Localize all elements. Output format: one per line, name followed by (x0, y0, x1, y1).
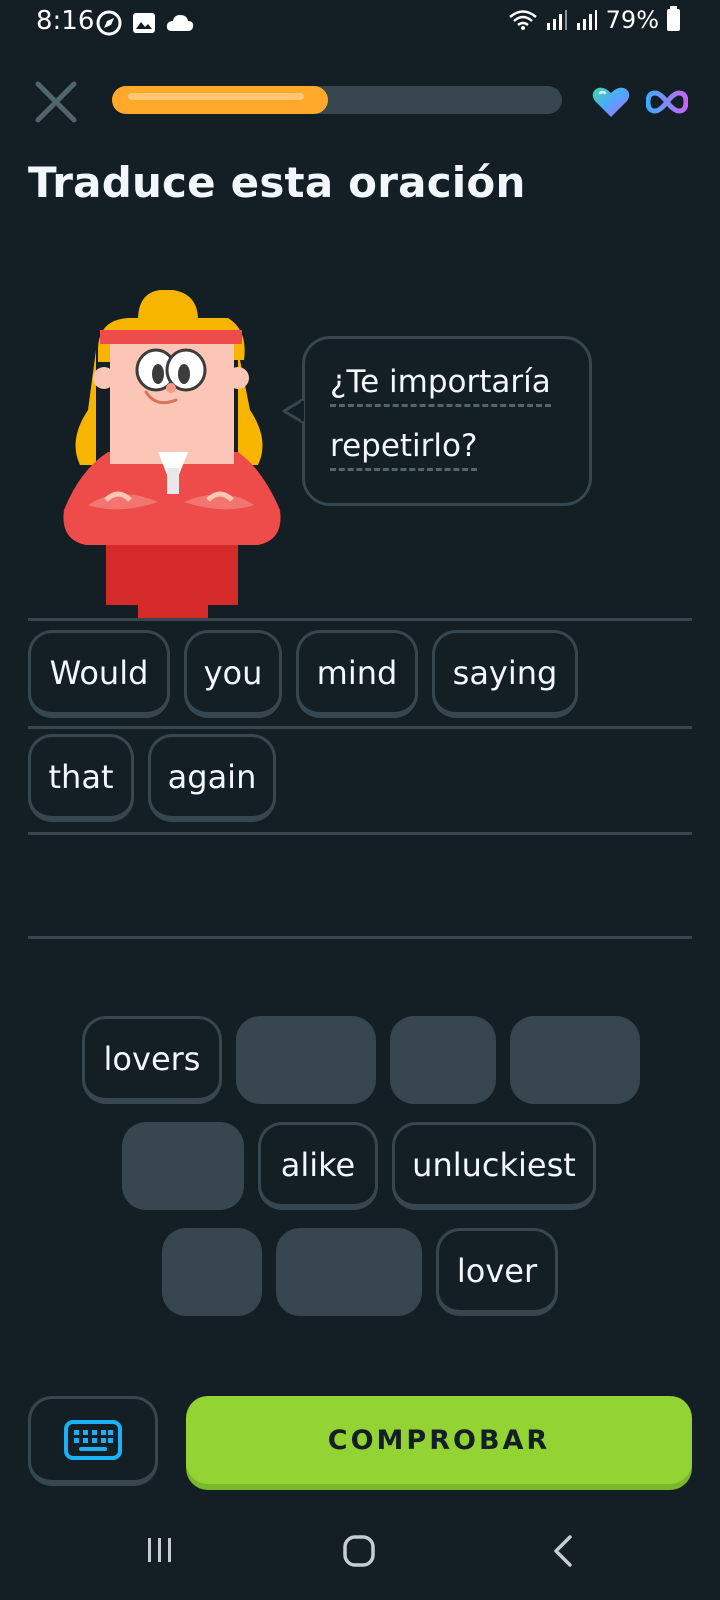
word-bank-tile[interactable]: lovers (82, 1016, 222, 1104)
close-icon[interactable] (32, 78, 80, 126)
recent-apps-icon[interactable] (146, 1536, 174, 1564)
compass-icon (96, 10, 122, 36)
speech-bubble-tail (282, 398, 304, 424)
speech-bubble (302, 336, 592, 506)
word-bank-empty-slot (122, 1122, 244, 1210)
word-bank-empty-slot (236, 1016, 376, 1104)
character-illustration (63, 290, 281, 620)
prompt-line-2[interactable]: repetirlo? (330, 428, 478, 471)
progress-highlight (128, 93, 304, 100)
keyboard-button[interactable] (28, 1396, 158, 1486)
word-bank-empty-slot (276, 1228, 422, 1316)
answer-tile[interactable]: that (28, 734, 134, 822)
prompt-line-1[interactable]: ¿Te importaría (330, 364, 551, 407)
heart-icon[interactable] (592, 86, 630, 118)
word-bank-tile[interactable]: lover (436, 1228, 558, 1316)
image-icon (133, 13, 155, 33)
home-icon[interactable] (342, 1534, 376, 1568)
answer-tile[interactable]: again (148, 734, 276, 822)
word-bank-tile[interactable]: unluckiest (392, 1122, 596, 1210)
status-time: 8:16 (36, 6, 95, 36)
answer-tile[interactable]: saying (432, 630, 578, 718)
back-icon[interactable] (552, 1534, 574, 1568)
wifi-icon (508, 10, 537, 30)
progress-fill (112, 86, 328, 114)
check-button[interactable]: COMPROBAR (186, 1396, 692, 1484)
word-bank-empty-slot (162, 1228, 262, 1316)
answer-line-1 (28, 618, 692, 621)
signal-icon-2 (576, 10, 597, 30)
word-bank-empty-slot (510, 1016, 640, 1104)
word-bank-empty-slot (390, 1016, 496, 1104)
prompt-text-2[interactable]: repetirlo? (330, 428, 478, 471)
page-title: Traduce esta oración (28, 158, 526, 207)
answer-line-3 (28, 832, 692, 835)
battery-icon (667, 6, 680, 31)
status-right: 79% (508, 6, 680, 34)
answer-tile[interactable]: mind (296, 630, 418, 718)
cloud-icon (166, 15, 194, 31)
status-notification-icons (96, 10, 194, 36)
word-bank-tile[interactable]: alike (258, 1122, 378, 1210)
answer-tile[interactable]: you (184, 630, 282, 718)
battery-percent: 79% (605, 6, 659, 34)
keyboard-icon (64, 1419, 122, 1460)
answer-tile[interactable]: Would (28, 630, 170, 718)
prompt-text-1[interactable]: ¿Te importaría (330, 364, 551, 407)
answer-line-4 (28, 936, 692, 939)
signal-icon (546, 10, 567, 30)
infinity-icon (646, 90, 688, 114)
answer-line-2 (28, 726, 692, 729)
